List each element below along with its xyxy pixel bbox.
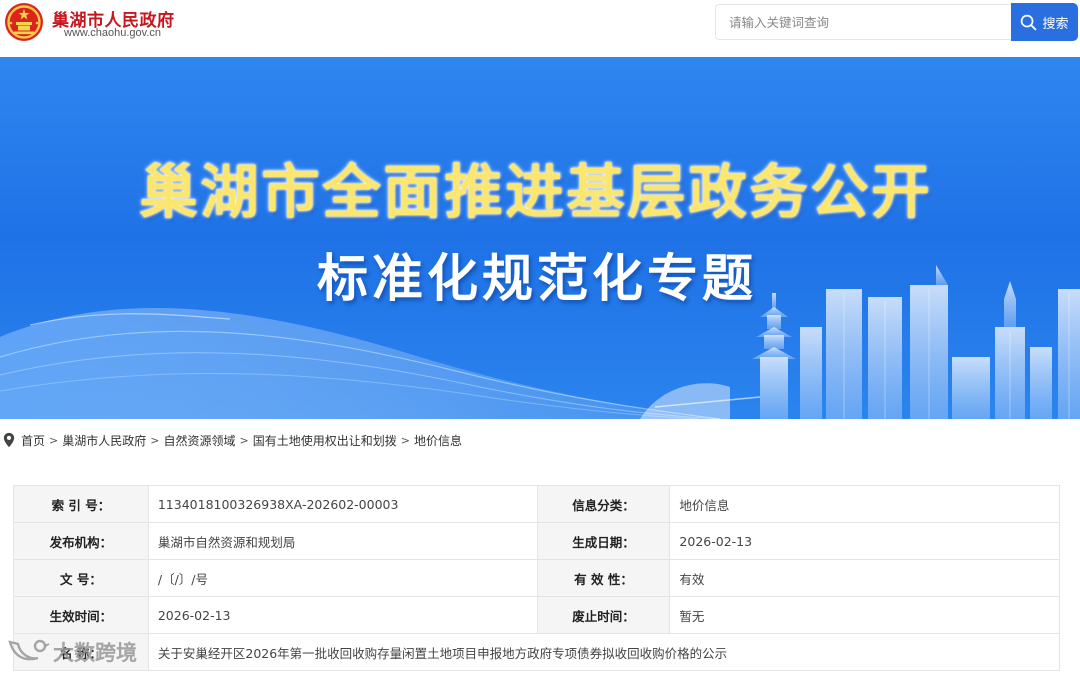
document-info-table: 索 引 号： 1134018100326938XA-202602-00003 信…	[13, 485, 1061, 671]
watermark-text: 大数跨境	[53, 641, 137, 665]
validity-value: 有效	[669, 559, 1060, 597]
expiry-date-value: 暂无	[669, 596, 1060, 634]
breadcrumb-city-government[interactable]: 巢湖市人民政府	[62, 432, 146, 449]
banner-title-main: 巢湖市全面推进基层政务公开	[139, 158, 933, 226]
table-row: 发布机构： 巢湖市自然资源和规划局 生成日期： 2026-02-13	[13, 522, 1060, 560]
search-icon	[1021, 14, 1037, 30]
search-input[interactable]	[716, 5, 1011, 39]
table-row: 文 号： /〔/〕/号 有 效 性： 有效	[13, 559, 1060, 597]
category-label: 信息分类：	[536, 485, 671, 523]
watermark: 大数跨境	[4, 636, 137, 668]
location-pin-icon	[3, 432, 15, 448]
generation-date-value: 2026-02-13	[669, 522, 1060, 560]
table-row: 生效时间： 2026-02-13 废止时间： 暂无	[13, 596, 1060, 634]
index-number-label: 索 引 号：	[13, 485, 149, 523]
breadcrumb-land-use-rights[interactable]: 国有土地使用权出让和划拨	[253, 432, 397, 449]
generation-date-label: 生成日期：	[536, 522, 671, 560]
breadcrumb-separator: >	[150, 433, 160, 447]
effective-date-value: 2026-02-13	[147, 596, 538, 634]
breadcrumb-separator: >	[49, 433, 59, 447]
validity-label: 有 效 性：	[536, 559, 671, 597]
banner-title-sub: 标准化规范化专题	[316, 249, 757, 309]
category-value: 地价信息	[669, 485, 1060, 523]
index-number-value: 1134018100326938XA-202602-00003	[147, 485, 538, 523]
national-emblem-icon[interactable]	[3, 1, 45, 43]
site-url: www.chaohu.gov.cn	[64, 27, 162, 39]
bird-logo-icon	[8, 639, 50, 661]
topic-banner: 巢湖市全面推进基层政务公开 标准化规范化专题	[0, 57, 1080, 419]
publisher-label: 发布机构：	[13, 522, 149, 560]
document-name-value: 关于安巢经开区2026年第一批收回收购存量闲置土地项目申报地方政府专项债券拟收回…	[147, 633, 1061, 671]
table-row: 索 引 号： 1134018100326938XA-202602-00003 信…	[13, 485, 1060, 523]
search-box	[715, 4, 1011, 40]
breadcrumb-separator: >	[400, 433, 410, 447]
effective-date-label: 生效时间：	[13, 596, 149, 634]
breadcrumb-land-price-info[interactable]: 地价信息	[414, 432, 462, 449]
publisher-value: 巢湖市自然资源和规划局	[147, 522, 538, 560]
breadcrumb-separator: >	[239, 433, 249, 447]
site-header: 巢湖市人民政府 www.chaohu.gov.cn 搜索	[0, 0, 1080, 57]
search-button[interactable]: 搜索	[1011, 3, 1078, 41]
breadcrumb-home[interactable]: 首页	[21, 432, 45, 449]
table-row: 名 称： 关于安巢经开区2026年第一批收回收购存量闲置土地项目申报地方政府专项…	[13, 633, 1061, 671]
document-number-value: /〔/〕/号	[147, 559, 538, 597]
document-number-label: 文 号：	[13, 559, 149, 597]
search-button-label: 搜索	[1042, 16, 1069, 32]
breadcrumb: 首页 > 巢湖市人民政府 > 自然资源领域 > 国有土地使用权出让和划拨 > 地…	[0, 419, 1080, 461]
expiry-date-label: 废止时间：	[536, 596, 671, 634]
breadcrumb-natural-resources[interactable]: 自然资源领域	[163, 432, 235, 449]
